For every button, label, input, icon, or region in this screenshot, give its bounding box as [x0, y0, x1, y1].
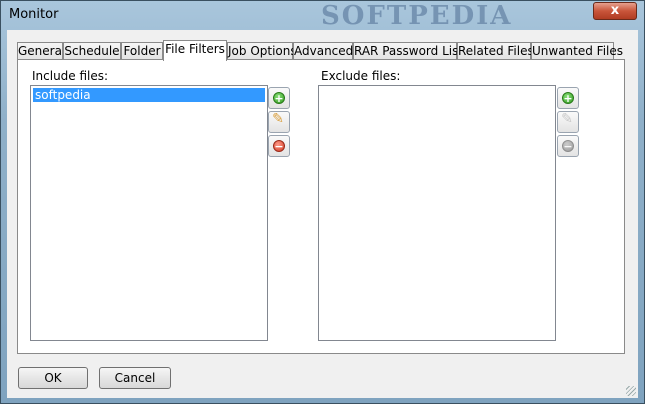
include-files-label: Include files:: [32, 69, 109, 83]
softpedia-watermark: SOFTPEDIA: [321, 1, 513, 31]
include-files-list[interactable]: softpedia: [30, 85, 268, 341]
pencil-icon: ✎: [561, 111, 573, 127]
dialog-client-area: General Schedule Folder File Filters Job…: [7, 30, 638, 398]
tab-related-files[interactable]: Related Files: [457, 42, 534, 60]
exclude-remove-button: −: [557, 135, 579, 157]
remove-icon: −: [273, 140, 285, 153]
exclude-files-label: Exclude files:: [321, 69, 401, 83]
exclude-edit-button: ✎: [557, 111, 579, 133]
title-bar[interactable]: Monitor SOFTPEDIA x: [1, 1, 644, 31]
tab-unwanted-files[interactable]: Unwanted Files: [531, 42, 623, 60]
monitor-window: Monitor SOFTPEDIA x General Schedule Fol…: [0, 0, 645, 404]
pencil-icon: ✎: [272, 111, 284, 127]
include-add-button[interactable]: +: [268, 87, 290, 109]
add-icon: +: [562, 92, 574, 105]
include-remove-button[interactable]: −: [268, 135, 290, 157]
tab-folder[interactable]: Folder: [121, 42, 163, 60]
include-edit-button[interactable]: ✎: [268, 111, 290, 133]
resize-grip[interactable]: [626, 386, 636, 396]
file-filters-panel: Include files: softpedia + ✎ − Exclude f…: [17, 59, 625, 354]
exclude-add-button[interactable]: +: [557, 87, 579, 109]
window-title: Monitor: [9, 7, 59, 22]
close-button[interactable]: x: [593, 2, 637, 20]
tab-file-filters[interactable]: File Filters: [163, 40, 227, 61]
tab-general[interactable]: General: [17, 42, 65, 60]
include-list-item-softpedia[interactable]: softpedia: [33, 88, 265, 102]
tab-job-options[interactable]: Job Options: [227, 42, 297, 60]
remove-icon: −: [562, 140, 574, 153]
tab-advanced[interactable]: Advanced: [293, 42, 353, 60]
exclude-files-list[interactable]: [318, 85, 556, 341]
add-icon: +: [273, 92, 285, 105]
cancel-button[interactable]: Cancel: [99, 367, 171, 389]
tab-schedule[interactable]: Schedule: [63, 42, 121, 60]
tab-rar-password-list[interactable]: RAR Password List: [353, 42, 463, 60]
ok-button[interactable]: OK: [18, 367, 88, 389]
